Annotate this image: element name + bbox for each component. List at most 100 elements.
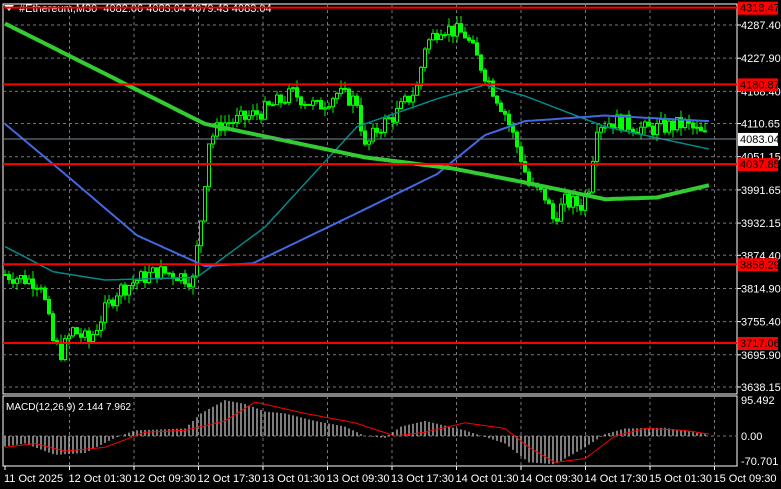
candle [131,282,135,286]
candle [651,125,655,136]
candle [127,284,131,296]
price-label: 3932.15 [741,218,781,230]
macd-tick-label: -70.701 [741,456,778,468]
candle [27,278,31,285]
time-label: 14 Oct 17:30 [585,473,648,485]
candle [475,42,479,56]
candle [339,87,343,94]
candle [159,266,163,280]
candle [51,313,55,342]
candle [115,295,119,307]
candle [479,54,483,71]
candle [551,203,555,220]
candle [407,95,411,103]
candle [383,118,387,133]
candle [291,87,295,90]
price-label: 4227.90 [741,53,781,65]
candle [187,283,191,288]
candle [439,34,443,41]
time-label: 12 Oct 09:30 [133,473,196,485]
candle [567,193,571,208]
candle [99,321,103,331]
candle [231,122,235,125]
candle [167,272,171,275]
candle [143,271,147,283]
candle [299,96,303,106]
candle [43,287,47,300]
candle [391,117,395,123]
candle [163,266,167,274]
candle [183,273,187,285]
candle [703,130,707,133]
candle [103,302,107,323]
candle [639,126,643,135]
candle [327,106,331,109]
macd-tick-label: 95.492 [741,395,775,407]
time-label: 14 Oct 01:30 [456,473,519,485]
time-label: 12 Oct 01:30 [69,473,132,485]
candle [431,32,435,41]
level-label: 3858.29 [740,259,780,271]
candle [643,121,647,128]
candle [151,267,155,273]
candle [427,39,431,50]
candle [419,66,423,87]
candle [483,69,487,82]
level-label: 4180.87 [740,79,780,91]
candle [283,101,287,104]
candle [563,193,567,205]
candle [695,126,699,129]
time-label: 13 Oct 01:30 [262,473,325,485]
candle [523,160,527,173]
price-label: 4110.65 [741,119,780,131]
candle [79,333,83,338]
candle [495,95,499,104]
candle [375,127,379,133]
candle [547,199,551,205]
candle [379,131,383,134]
candle [303,103,307,106]
candle [363,130,367,145]
candle [311,100,315,106]
ma-slow-line [4,21,710,202]
candle [575,196,579,206]
candle [19,275,23,280]
candle [335,92,339,100]
candle [279,94,283,103]
candle [7,274,11,281]
candle [471,39,475,44]
candle [587,191,591,194]
candle [447,25,451,36]
time-label: 11 Oct 2025 [4,473,63,485]
candle [387,117,391,120]
candle [491,80,495,97]
candle [307,103,311,106]
candle [87,330,91,342]
candle [95,329,99,336]
candle [199,220,203,247]
candle [663,118,667,133]
candle [599,127,603,133]
candle [595,131,599,162]
time-label: 14 Oct 09:30 [520,473,583,485]
candle [315,99,319,102]
candle [147,271,151,283]
candle [75,327,79,335]
candle [295,87,299,98]
candle [515,131,519,148]
candle [107,299,111,304]
candle [3,273,7,276]
time-label: 15 Oct 09:30 [714,473,777,485]
price-chart[interactable]: 11 Oct 2025 12 Oct 01:30 12 Oct 09:30 12 Oc… [0,0,781,489]
candle [347,88,351,106]
candle [319,99,323,110]
candle [287,88,291,103]
candle [451,25,455,37]
candle [351,95,355,106]
candle [251,110,255,117]
macd-label: MACD(12,26,9) 2.144 7.962 [6,402,132,413]
candle [691,122,695,129]
candle [195,245,199,277]
candle [203,186,207,222]
candle [47,298,51,315]
